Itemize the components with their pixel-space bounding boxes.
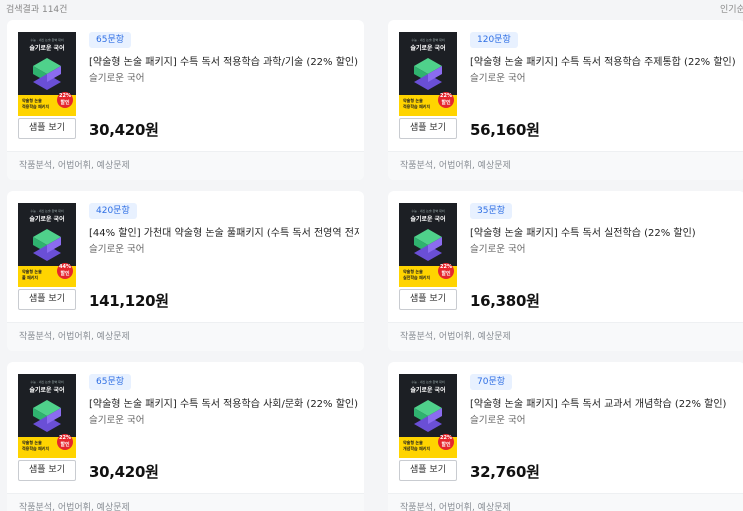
cover-top-text: 수능 · 내신 논술 완벽 대비 xyxy=(30,209,64,213)
cover-title: 슬기로운 국어 xyxy=(410,387,446,394)
publisher-name[interactable]: 슬기로운 국어 xyxy=(89,70,144,84)
cover-discount-badge: 22% 할인 xyxy=(57,434,73,450)
cover-title: 슬기로운 국어 xyxy=(410,45,446,52)
cover-title: 슬기로운 국어 xyxy=(29,387,65,394)
product-price: 32,760원 xyxy=(470,463,540,481)
cover-discount-badge: 22% 할인 xyxy=(438,263,454,279)
results-header: 검색결과 114건 인기순 xyxy=(0,0,743,15)
cover-top-text: 수능 · 내신 논술 완벽 대비 xyxy=(30,380,64,384)
book-cover-image[interactable]: 수능 · 내신 논술 완벽 대비 슬기로운 국어 약술형 논술 적용학습 패키지… xyxy=(18,32,76,116)
sort-dropdown[interactable]: 인기순 xyxy=(720,2,743,15)
sample-view-button[interactable]: 샘플 보기 xyxy=(399,460,457,481)
question-count-badge: 120문항 xyxy=(470,32,518,48)
publisher-name[interactable]: 슬기로운 국어 xyxy=(89,412,144,426)
product-title[interactable]: [약술형 논술 패키지] 수특 독서 적용학습 사회/문화 (22% 할인) xyxy=(89,395,359,410)
book-cover-image[interactable]: 수능 · 내신 논술 완벽 대비 슬기로운 국어 약술형 논술 적용학습 패키지… xyxy=(18,374,76,458)
cover-band-line2: 개념학습 패키지 xyxy=(403,446,431,451)
cover-top-text: 수능 · 내신 논술 완벽 대비 xyxy=(411,38,445,42)
product-card[interactable]: 수능 · 내신 논술 완벽 대비 슬기로운 국어 약술형 논술 개념학습 패키지… xyxy=(388,362,743,511)
cover-band-line2: 적용학습 패키지 xyxy=(403,104,431,109)
question-count-badge: 420문항 xyxy=(89,203,137,219)
sample-view-button[interactable]: 샘플 보기 xyxy=(399,289,457,310)
sample-view-button[interactable]: 샘플 보기 xyxy=(18,460,76,481)
cover-band-line2: 적용학습 패키지 xyxy=(22,446,50,451)
s-logo-icon xyxy=(414,229,442,261)
cover-band-line2: 풀 패키지 xyxy=(22,275,39,280)
product-price: 30,420원 xyxy=(89,463,159,481)
s-logo-icon xyxy=(33,58,61,90)
cover-band-line2: 적용학습 패키지 xyxy=(22,104,50,109)
product-title[interactable]: [약술형 논술 패키지] 수특 독서 실전학습 (22% 할인) xyxy=(470,224,740,239)
cover-discount-badge: 22% 할인 xyxy=(438,434,454,450)
publisher-name[interactable]: 슬기로운 국어 xyxy=(470,241,525,255)
cover-top-text: 수능 · 내신 논술 완벽 대비 xyxy=(30,38,64,42)
product-card[interactable]: 수능 · 내신 논술 완벽 대비 슬기로운 국어 약술형 논술 적용학습 패키지… xyxy=(7,20,364,180)
s-logo-icon xyxy=(33,229,61,261)
product-price: 141,120원 xyxy=(89,292,169,310)
cover-title: 슬기로운 국어 xyxy=(410,216,446,223)
cover-title: 슬기로운 국어 xyxy=(29,45,65,52)
s-logo-icon xyxy=(414,400,442,432)
cover-top-text: 수능 · 내신 논술 완벽 대비 xyxy=(411,209,445,213)
result-count: 검색결과 114건 xyxy=(6,5,68,15)
product-card[interactable]: 수능 · 내신 논술 완벽 대비 슬기로운 국어 약술형 논술 적용학습 패키지… xyxy=(7,362,364,511)
sample-view-button[interactable]: 샘플 보기 xyxy=(18,118,76,139)
cover-discount-badge: 22% 할인 xyxy=(438,92,454,108)
product-title[interactable]: [44% 할인] 가천대 약술형 논술 풀패키지 (수특 독서 전영역 전지문) xyxy=(89,224,359,239)
product-tags: 작품분석, 어법어휘, 예상문제 xyxy=(7,322,364,351)
s-logo-icon xyxy=(414,58,442,90)
product-tags: 작품분석, 어법어휘, 예상문제 xyxy=(388,322,743,351)
book-cover-image[interactable]: 수능 · 내신 논술 완벽 대비 슬기로운 국어 약술형 논술 풀 패키지 44… xyxy=(18,203,76,287)
product-tags: 작품분석, 어법어휘, 예상문제 xyxy=(7,493,364,511)
book-cover-image[interactable]: 수능 · 내신 논술 완벽 대비 슬기로운 국어 약술형 논술 적용학습 패키지… xyxy=(399,32,457,116)
sample-view-button[interactable]: 샘플 보기 xyxy=(399,118,457,139)
publisher-name[interactable]: 슬기로운 국어 xyxy=(470,70,525,84)
product-title[interactable]: [약술형 논술 패키지] 수특 독서 적용학습 주제통합 (22% 할인) xyxy=(470,53,740,68)
cover-discount-badge: 22% 할인 xyxy=(57,92,73,108)
product-card[interactable]: 수능 · 내신 논술 완벽 대비 슬기로운 국어 약술형 논술 풀 패키지 44… xyxy=(7,191,364,351)
product-price: 56,160원 xyxy=(470,121,540,139)
s-logo-icon xyxy=(33,400,61,432)
question-count-badge: 35문항 xyxy=(470,203,513,219)
product-title[interactable]: [약술형 논술 패키지] 수특 독서 적용학습 과학/기술 (22% 할인) xyxy=(89,53,359,68)
product-title[interactable]: [약술형 논술 패키지] 수특 독서 교과서 개념학습 (22% 할인) xyxy=(470,395,740,410)
book-cover-image[interactable]: 수능 · 내신 논술 완벽 대비 슬기로운 국어 약술형 논술 개념학습 패키지… xyxy=(399,374,457,458)
product-tags: 작품분석, 어법어휘, 예상문제 xyxy=(388,151,743,180)
publisher-name[interactable]: 슬기로운 국어 xyxy=(470,412,525,426)
question-count-badge: 70문항 xyxy=(470,374,513,390)
cover-band-line2: 실전학습 패키지 xyxy=(403,275,431,280)
book-cover-image[interactable]: 수능 · 내신 논술 완벽 대비 슬기로운 국어 약술형 논술 실전학습 패키지… xyxy=(399,203,457,287)
product-tags: 작품분석, 어법어휘, 예상문제 xyxy=(7,151,364,180)
product-price: 30,420원 xyxy=(89,121,159,139)
cover-title: 슬기로운 국어 xyxy=(29,216,65,223)
question-count-badge: 65문항 xyxy=(89,32,132,48)
product-price: 16,380원 xyxy=(470,292,540,310)
product-card[interactable]: 수능 · 내신 논술 완벽 대비 슬기로운 국어 약술형 논술 적용학습 패키지… xyxy=(388,20,743,180)
sample-view-button[interactable]: 샘플 보기 xyxy=(18,289,76,310)
cover-discount-badge: 44% 할인 xyxy=(57,263,73,279)
product-card[interactable]: 수능 · 내신 논술 완벽 대비 슬기로운 국어 약술형 논술 실전학습 패키지… xyxy=(388,191,743,351)
question-count-badge: 65문항 xyxy=(89,374,132,390)
product-tags: 작품분석, 어법어휘, 예상문제 xyxy=(388,493,743,511)
cover-top-text: 수능 · 내신 논술 완벽 대비 xyxy=(411,380,445,384)
publisher-name[interactable]: 슬기로운 국어 xyxy=(89,241,144,255)
